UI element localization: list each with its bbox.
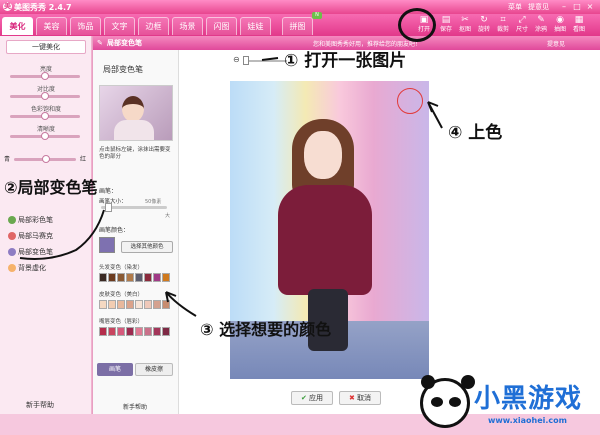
arrow-step3 [165,291,197,317]
arrow-step2 [19,209,105,260]
panda-ear [461,375,475,389]
brand-url: www.xiaohei.com [488,416,567,425]
brand-name: 小黑游戏 [474,384,583,414]
panda-icon [420,375,475,428]
panda-eye [431,397,443,407]
brand-logo: 小黑游戏 www.xiaohei.com [410,370,600,435]
arrow-step1 [261,57,279,61]
panda-eye [449,397,461,407]
arrow-step4 [427,101,443,129]
panda-ear [421,375,435,389]
